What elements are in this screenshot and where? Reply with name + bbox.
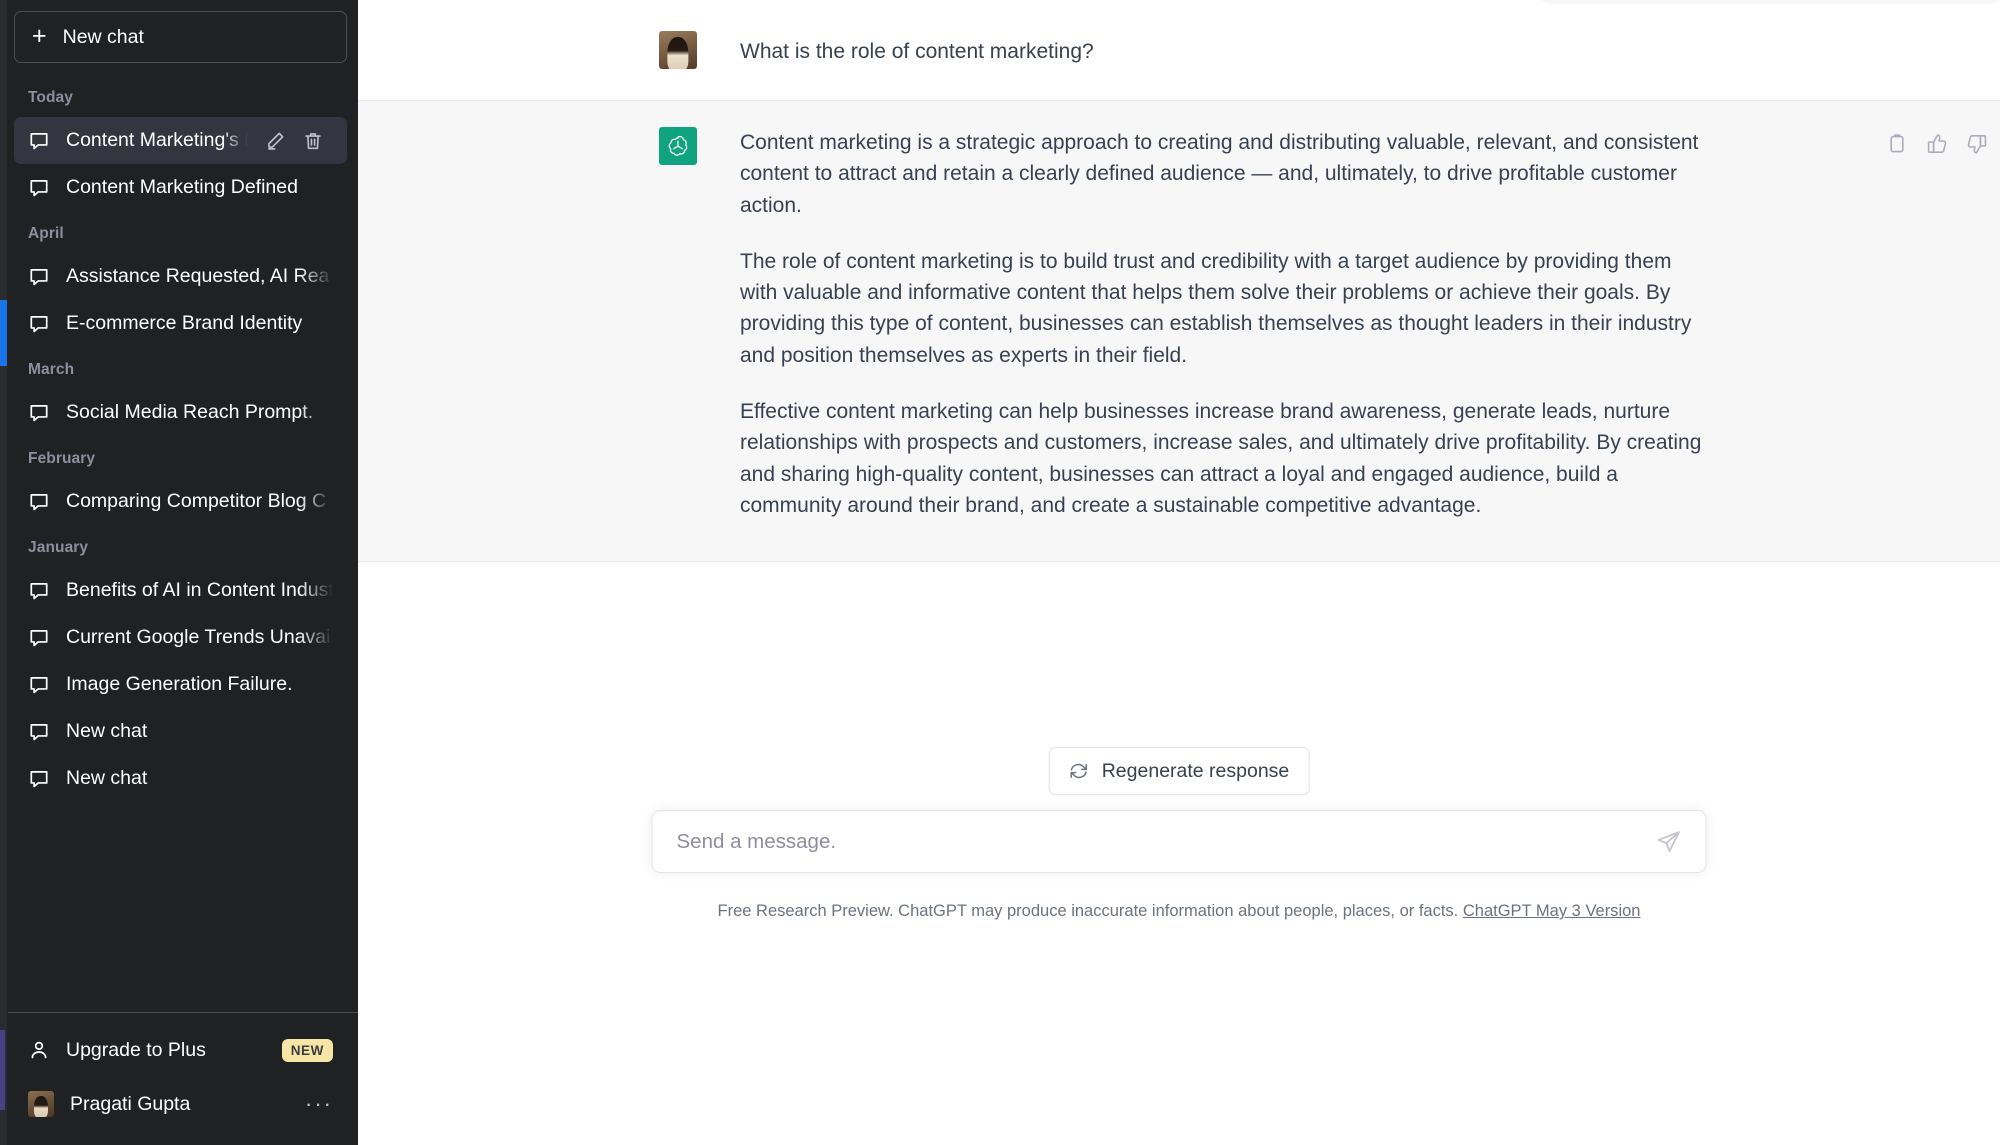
edit-icon[interactable] <box>264 130 286 152</box>
user-account-button[interactable]: Pragati Gupta ··· <box>14 1077 347 1131</box>
message-body: Content marketing is a strategic approac… <box>697 127 1707 521</box>
message-inner: Content marketing is a strategic approac… <box>519 101 1987 561</box>
sidebar: + New chat Today Content Marketing's Ro Co… <box>0 0 358 1145</box>
chat-item-title: New chat <box>66 767 148 789</box>
chat-group-label: April <box>28 225 64 242</box>
chat-item-title: Content Marketing's Ro <box>66 129 248 151</box>
chat-item-active[interactable]: Content Marketing's Ro <box>14 117 347 164</box>
chat-bubble-icon <box>28 674 50 696</box>
chat-bubble-icon <box>28 491 50 513</box>
new-badge: NEW <box>281 1038 333 1062</box>
message-paragraph: The role of content marketing is to buil… <box>740 249 1692 367</box>
chat-item-title: E-commerce Brand Identity <box>66 312 303 334</box>
chatgpt-app: + New chat Today Content Marketing's Ro Co… <box>0 0 2000 1145</box>
thumbs-down-icon[interactable] <box>1965 132 1989 156</box>
user-avatar <box>28 1091 54 1117</box>
chat-item[interactable]: Current Google Trends Unavail <box>14 614 347 661</box>
chat-item[interactable]: Image Generation Failure. <box>14 661 347 708</box>
chat-item-title: Content Marketing Defined <box>66 176 298 198</box>
sidebar-scrollbar-track[interactable] <box>0 0 7 1145</box>
message-row-user: What is the role of content marketing? <box>358 0 2000 100</box>
message-body: What is the role of content marketing? <box>697 31 1094 69</box>
chat-item[interactable]: Content Marketing Defined <box>14 164 347 211</box>
sidebar-scrollbar-thumb[interactable] <box>0 300 7 366</box>
chat-bubble-icon <box>28 580 50 602</box>
chat-bubble-icon <box>28 721 50 743</box>
upgrade-to-plus-button[interactable]: Upgrade to Plus NEW <box>14 1023 347 1077</box>
message-paragraph: Content marketing is a strategic approac… <box>740 131 1699 217</box>
refresh-icon <box>1069 761 1089 781</box>
chat-item[interactable]: Assistance Requested, AI Rea <box>14 253 347 300</box>
chat-group-label: Today <box>28 89 73 106</box>
user-avatar <box>659 31 697 69</box>
chat-item-title: Benefits of AI in Content Indust <box>66 579 333 601</box>
chat-item[interactable]: E-commerce Brand Identity <box>14 300 347 347</box>
main-panel: What is the role of content marketing? Co… <box>358 0 2000 1145</box>
chat-group-label: March <box>28 361 75 378</box>
message-paragraph: Effective content marketing can help bus… <box>740 399 1702 517</box>
message-actions <box>1885 132 1989 156</box>
chat-item[interactable]: New chat <box>14 755 347 802</box>
message-inner: What is the role of content marketing? <box>519 0 1839 100</box>
message-row-assistant: Content marketing is a strategic approac… <box>358 100 2000 563</box>
send-icon[interactable] <box>1656 829 1682 855</box>
message-thread: What is the role of content marketing? Co… <box>358 0 2000 563</box>
chat-item[interactable]: Comparing Competitor Blog C <box>14 478 347 525</box>
user-outline-icon <box>28 1039 50 1061</box>
user-name-label: Pragati Gupta <box>70 1092 191 1115</box>
delete-icon[interactable] <box>302 130 324 152</box>
new-chat-container: + New chat <box>8 0 358 63</box>
message-input[interactable] <box>676 829 1656 854</box>
chat-item-title: Current Google Trends Unavail <box>66 626 333 648</box>
chat-bubble-icon <box>28 313 50 335</box>
message-paragraph: What is the role of content marketing? <box>740 40 1094 63</box>
sidebar-scrollbar-thumb-secondary[interactable] <box>0 1030 5 1110</box>
sidebar-footer: Upgrade to Plus NEW Pragati Gupta ··· <box>8 1012 358 1145</box>
chat-item-title: Social Media Reach Prompt. <box>66 401 314 423</box>
chat-item[interactable]: Social Media Reach Prompt. <box>14 389 347 436</box>
chatgpt-logo-icon <box>659 127 697 165</box>
regenerate-response-button[interactable]: Regenerate response <box>1048 747 1310 796</box>
chat-item-title: New chat <box>66 720 148 742</box>
chat-bubble-icon <box>28 130 50 152</box>
chat-bubble-icon <box>28 177 50 199</box>
thumbs-up-icon[interactable] <box>1925 132 1949 156</box>
upgrade-label: Upgrade to Plus <box>66 1038 206 1061</box>
chat-group-label: February <box>28 450 96 467</box>
plus-icon: + <box>32 21 47 50</box>
chat-history-list[interactable]: Today Content Marketing's Ro Content Marke… <box>8 75 358 1012</box>
chat-item-title: Assistance Requested, AI Rea <box>66 265 330 287</box>
composer-area: Regenerate response Free Research Previe… <box>358 562 2000 1145</box>
chat-bubble-icon <box>28 402 50 424</box>
version-link[interactable]: ChatGPT May 3 Version <box>1463 902 1641 920</box>
regenerate-label: Regenerate response <box>1101 759 1290 782</box>
chat-bubble-icon <box>28 768 50 790</box>
chat-item[interactable]: Benefits of AI in Content Indust <box>14 567 347 614</box>
more-options-icon[interactable]: ··· <box>305 1093 333 1115</box>
disclaimer: Free Research Preview. ChatGPT may produ… <box>718 902 1641 921</box>
chat-group-label: January <box>28 539 89 556</box>
chat-bubble-icon <box>28 266 50 288</box>
new-chat-label: New chat <box>62 25 144 48</box>
disclaimer-text: Free Research Preview. ChatGPT may produ… <box>717 902 1459 921</box>
chat-item[interactable]: New chat <box>14 708 347 755</box>
chat-item-title: Image Generation Failure. <box>66 673 293 695</box>
new-chat-button[interactable]: + New chat <box>14 11 347 63</box>
copy-icon[interactable] <box>1885 132 1909 156</box>
chat-bubble-icon <box>28 627 50 649</box>
chat-item-title: Comparing Competitor Blog C <box>66 490 327 512</box>
message-composer[interactable] <box>651 810 1707 874</box>
